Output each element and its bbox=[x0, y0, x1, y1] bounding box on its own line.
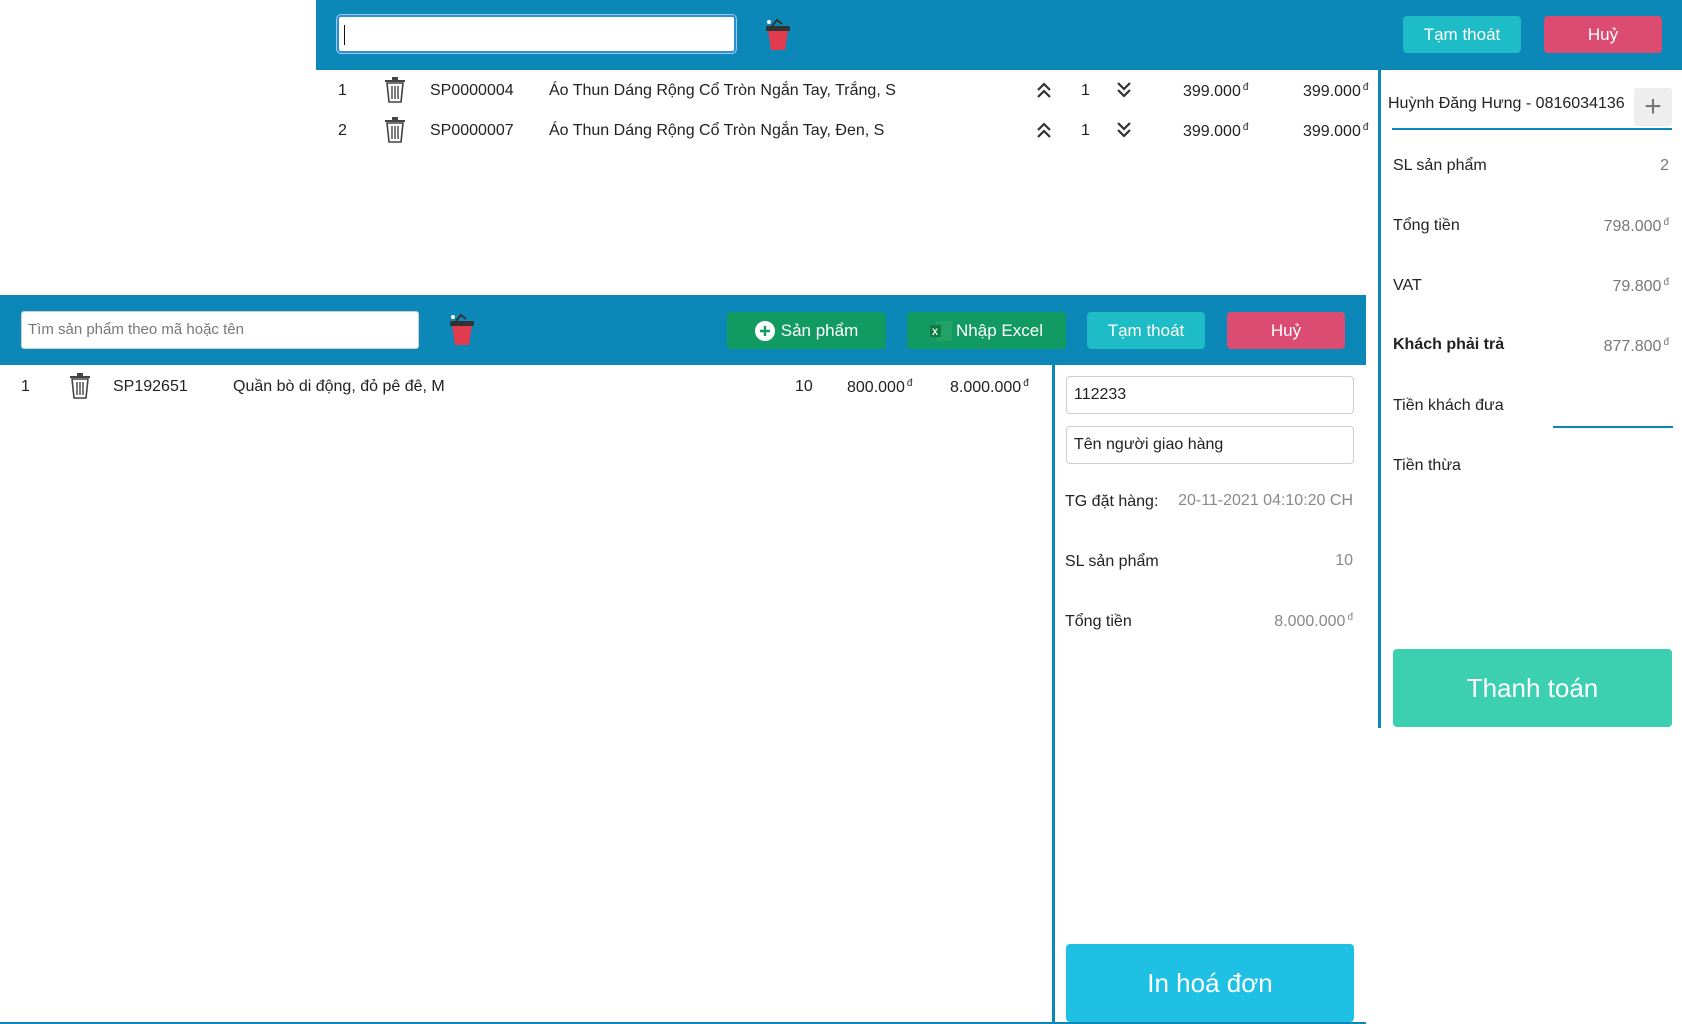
order-time-value: 20-11-2021 04:10:20 CH bbox=[1178, 492, 1353, 509]
add-product-label: Sản phẩm bbox=[780, 320, 859, 340]
import-excel-label: Nhập Excel bbox=[956, 320, 1043, 340]
checkout-button[interactable]: Thanh toán bbox=[1393, 649, 1672, 727]
row-code: SP192651 bbox=[113, 378, 188, 395]
row-name: Áo Thun Dáng Rộng Cổ Tròn Ngắn Tay, Đen,… bbox=[549, 122, 885, 139]
cart-remove-icon[interactable] bbox=[447, 313, 477, 347]
trash-icon[interactable] bbox=[384, 77, 406, 103]
amount-due-value: 877.800 đ bbox=[1603, 337, 1669, 355]
order-time-label: TG đặt hàng: bbox=[1065, 493, 1159, 510]
row-total: 399.000 đ bbox=[1303, 122, 1369, 140]
row-qty: 1 bbox=[1081, 122, 1090, 139]
total-value: 798.000 đ bbox=[1603, 217, 1669, 235]
bottom-total-label: Tổng tiền bbox=[1065, 613, 1132, 630]
change-label: Tiền thừa bbox=[1393, 457, 1461, 474]
print-invoice-button[interactable]: In hoá đơn bbox=[1066, 944, 1354, 1022]
row-qty: 10 bbox=[795, 378, 813, 395]
excel-icon: X bbox=[930, 320, 953, 341]
chevron-double-up-icon[interactable] bbox=[1035, 81, 1053, 99]
trash-icon[interactable] bbox=[69, 373, 91, 399]
cart-remove-icon[interactable] bbox=[763, 18, 793, 52]
qty-label: SL sản phẩm bbox=[1393, 157, 1487, 174]
customer-field[interactable]: Huỳnh Đăng Hưng - 0816034136 bbox=[1388, 95, 1628, 119]
bottom-suspend-button[interactable]: Tạm thoát bbox=[1087, 312, 1205, 349]
bottom-total-value: 8.000.000 đ bbox=[1274, 612, 1353, 630]
row-total: 8.000.000 đ bbox=[950, 378, 1029, 396]
bottom-qty-label: SL sản phẩm bbox=[1065, 553, 1159, 570]
plus-icon: + bbox=[1644, 90, 1662, 123]
trash-icon[interactable] bbox=[384, 117, 406, 143]
chevron-double-down-icon[interactable] bbox=[1115, 81, 1133, 99]
cash-given-label: Tiền khách đưa bbox=[1393, 397, 1504, 414]
cash-given-input[interactable] bbox=[1553, 426, 1673, 428]
order-code-field[interactable]: 112233 bbox=[1066, 376, 1354, 414]
row-index: 1 bbox=[21, 378, 30, 395]
row-price: 399.000 đ bbox=[1183, 122, 1249, 140]
bottom-qty-value: 10 bbox=[1335, 552, 1353, 569]
customer-underline bbox=[1392, 128, 1672, 130]
right-panel-divider bbox=[1378, 70, 1381, 728]
row-code: SP0000007 bbox=[430, 122, 514, 139]
add-product-button[interactable]: Sản phẩm bbox=[727, 312, 886, 349]
bottom-search-input[interactable]: Tìm sản phẩm theo mã hoặc tên bbox=[21, 311, 419, 349]
row-qty: 1 bbox=[1081, 82, 1090, 99]
row-total: 399.000 đ bbox=[1303, 82, 1369, 100]
vat-value: 79.800 đ bbox=[1612, 277, 1670, 295]
vat-label: VAT bbox=[1393, 277, 1422, 294]
svg-text:X: X bbox=[932, 327, 938, 337]
top-suspend-button[interactable]: Tạm thoát bbox=[1403, 16, 1521, 53]
amount-due-label: Khách phải trả bbox=[1393, 336, 1505, 353]
row-name: Quần bò di động, đỏ pê đê, M bbox=[233, 378, 445, 395]
row-price: 800.000 đ bbox=[847, 378, 913, 396]
bottom-panel-divider bbox=[1052, 365, 1055, 1024]
total-label: Tổng tiền bbox=[1393, 217, 1460, 234]
row-name: Áo Thun Dáng Rộng Cổ Tròn Ngắn Tay, Trắn… bbox=[549, 82, 896, 99]
import-excel-button[interactable]: X Nhập Excel bbox=[907, 312, 1066, 349]
qty-value: 2 bbox=[1660, 157, 1669, 174]
shipper-name-field[interactable]: Tên người giao hàng bbox=[1066, 426, 1354, 464]
row-code: SP0000004 bbox=[430, 82, 514, 99]
row-index: 1 bbox=[338, 82, 347, 99]
row-price: 399.000 đ bbox=[1183, 82, 1249, 100]
add-customer-button[interactable]: + bbox=[1634, 88, 1672, 126]
chevron-double-down-icon[interactable] bbox=[1115, 121, 1133, 139]
row-index: 2 bbox=[338, 122, 347, 139]
bottom-cancel-button[interactable]: Huỷ bbox=[1227, 312, 1345, 349]
plus-icon bbox=[754, 320, 775, 341]
chevron-double-up-icon[interactable] bbox=[1035, 121, 1053, 139]
top-cancel-button[interactable]: Huỷ bbox=[1544, 16, 1662, 53]
top-search-input[interactable] bbox=[336, 14, 737, 54]
